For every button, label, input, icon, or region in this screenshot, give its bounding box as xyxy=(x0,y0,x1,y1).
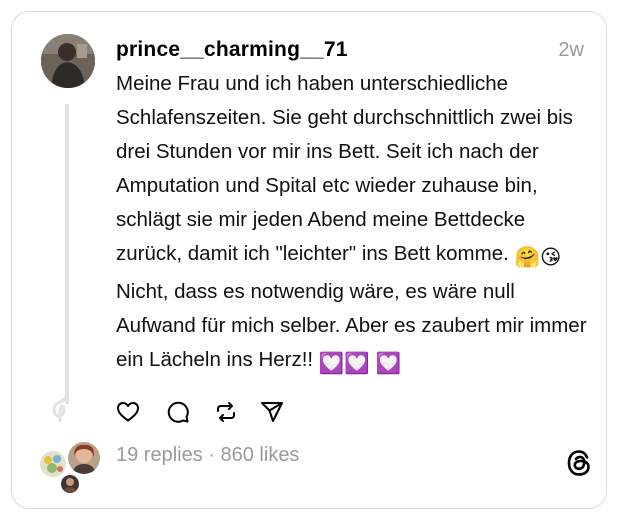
heart-icon[interactable] xyxy=(116,400,140,424)
likes-count[interactable]: 860 likes xyxy=(221,444,300,466)
replier-avatar[interactable] xyxy=(60,474,80,494)
author-avatar[interactable] xyxy=(41,34,95,88)
share-icon[interactable] xyxy=(260,400,284,424)
replier-avatar[interactable] xyxy=(38,449,68,479)
replier-avatar[interactable] xyxy=(66,440,102,476)
heart-decoration-emoji: 💟 xyxy=(318,352,345,375)
thread-line xyxy=(65,104,69,404)
heart-decoration-emoji: 💟 xyxy=(344,352,370,375)
kissing-face-emoji: 😘 xyxy=(540,246,562,269)
post-text: Meine Frau und ich haben unterschiedlich… xyxy=(116,67,588,381)
thread-loop-icon xyxy=(52,390,69,422)
post-stats: 19 replies · 860 likes xyxy=(116,444,299,467)
replies-count[interactable]: 19 replies xyxy=(116,444,203,466)
stats-separator: · xyxy=(202,444,221,466)
author-username[interactable]: prince__charming__71 xyxy=(116,38,348,62)
comment-icon[interactable] xyxy=(166,400,190,424)
threads-logo-icon[interactable] xyxy=(564,448,594,478)
post-text-part1: Meine Frau und ich haben unterschiedlich… xyxy=(116,72,573,265)
repost-icon[interactable] xyxy=(214,400,238,424)
heart-decoration-emoji: 💟 xyxy=(375,352,402,375)
hugging-face-emoji: 🤗 xyxy=(514,246,541,269)
post-timestamp[interactable]: 2w xyxy=(558,39,584,62)
